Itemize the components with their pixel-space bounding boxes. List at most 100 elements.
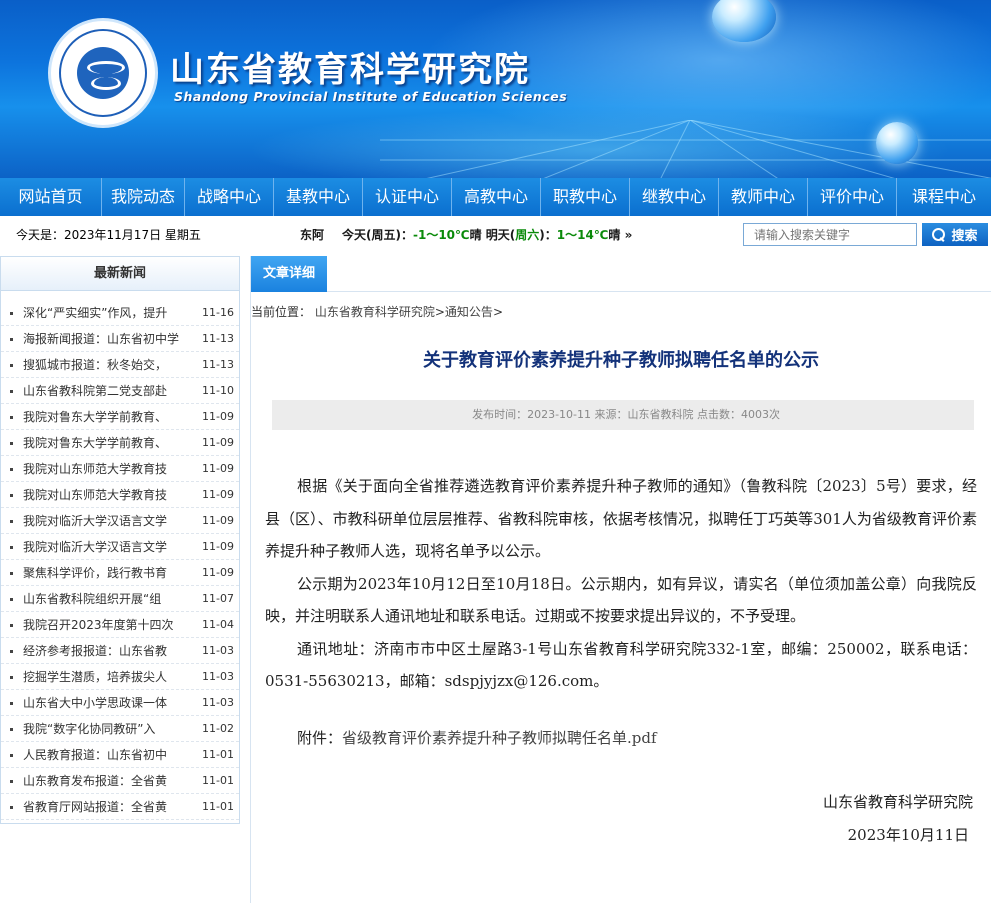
news-item-date: 11-03 xyxy=(202,670,234,683)
news-list-item[interactable]: 我院召开2023年度第十四次 11-04 xyxy=(1,612,239,638)
search-button[interactable]: 搜索 xyxy=(922,223,988,246)
news-list: 深化“严实细实”作风，提升 11-16 海报新闻报道：山东省初中学 11-13 搜狐城市… xyxy=(1,291,239,820)
news-item-title[interactable]: 我院对鲁东大学学前教育、 xyxy=(23,430,185,456)
news-list-item[interactable]: 海报新闻报道：山东省初中学 11-13 xyxy=(1,326,239,352)
news-list-item[interactable]: 我院对山东师范大学教育技 11-09 xyxy=(1,482,239,508)
article-title: 关于教育评价素养提升种子教师拟聘任名单的公示 xyxy=(423,350,819,371)
breadcrumb-home[interactable]: 山东省教育科学研究院 xyxy=(315,305,435,319)
news-item-date: 11-02 xyxy=(202,722,234,735)
nav-curriculum-center[interactable]: 课程中心 xyxy=(897,178,991,216)
breadcrumb: 当前位置： 山东省教育科学研究院>通知公告> xyxy=(251,303,503,320)
news-item-date: 11-03 xyxy=(202,696,234,709)
nav-higher-education[interactable]: 高教中心 xyxy=(452,178,541,216)
news-item-title[interactable]: 我院对临沂大学汉语言文学 xyxy=(23,508,185,534)
site-title: 山东省教育科学研究院 xyxy=(170,50,530,90)
news-item-title[interactable]: 我院召开2023年度第十四次 xyxy=(23,612,185,638)
tab-article-detail[interactable]: 文章详细 xyxy=(251,256,327,292)
weather-tomorrow-close: )： xyxy=(539,228,557,242)
weather-city: 东阿 xyxy=(300,228,325,242)
news-list-item[interactable]: 我院对临沂大学汉语言文学 11-09 xyxy=(1,508,239,534)
news-item-title[interactable]: 聚焦科学评价，践行教书育 xyxy=(23,560,185,586)
news-item-title[interactable]: 我院“数字化协同教研”入 xyxy=(23,716,185,742)
news-item-title[interactable]: 我院对鲁东大学学前教育、 xyxy=(23,404,185,430)
news-list-item[interactable]: 我院对山东师范大学教育技 11-09 xyxy=(1,456,239,482)
news-item-title[interactable]: 山东省大中小学思政课一体 xyxy=(23,690,185,716)
news-list-item[interactable]: 深化“严实细实”作风，提升 11-16 xyxy=(1,300,239,326)
news-item-title[interactable]: 我院对山东师范大学教育技 xyxy=(23,482,185,508)
news-item-date: 11-09 xyxy=(202,540,234,553)
weather-today-label: 今天(周五)： xyxy=(342,228,413,242)
news-list-item[interactable]: 省教育厅网站报道：全省黄 11-01 xyxy=(1,794,239,820)
news-list-item[interactable]: 山东省教科院第二党支部赴 11-10 xyxy=(1,378,239,404)
article-tab-bar: 文章详细 xyxy=(251,256,991,292)
news-list-item[interactable]: 我院对鲁东大学学前教育、 11-09 xyxy=(1,430,239,456)
sidebar-header: 最新新闻 xyxy=(1,257,239,291)
news-item-date: 11-13 xyxy=(202,358,234,371)
weather-more-icon[interactable]: » xyxy=(625,228,633,242)
news-list-item[interactable]: 经济参考报报道：山东省教 11-03 xyxy=(1,638,239,664)
weather-today-condition: 晴 xyxy=(469,228,482,242)
news-item-title[interactable]: 深化“严实细实”作风，提升 xyxy=(23,300,185,326)
logo-emblem-icon xyxy=(77,47,129,99)
article-meta: 发布时间：2023-10-11 来源：山东省教科院 点击数：4003次 xyxy=(272,400,974,430)
news-item-date: 11-03 xyxy=(202,644,234,657)
news-list-item[interactable]: 我院“数字化协同教研”入 11-02 xyxy=(1,716,239,742)
search-icon xyxy=(932,228,946,241)
news-list-item[interactable]: 挖掘学生潜质，培养拔尖人 11-03 xyxy=(1,664,239,690)
news-list-item[interactable]: 山东省教科院组织开展“组 11-07 xyxy=(1,586,239,612)
news-item-title[interactable]: 海报新闻报道：山东省初中学 xyxy=(23,326,185,352)
news-item-title[interactable]: 经济参考报报道：山东省教 xyxy=(23,638,185,664)
news-list-item[interactable]: 山东教育发布报道：全省黄 11-01 xyxy=(1,768,239,794)
news-item-title[interactable]: 挖掘学生潜质，培养拔尖人 xyxy=(23,664,185,690)
nav-continuing-education[interactable]: 继教中心 xyxy=(630,178,719,216)
search-button-label: 搜索 xyxy=(951,228,978,243)
news-item-date: 11-09 xyxy=(202,566,234,579)
news-item-title[interactable]: 我院对山东师范大学教育技 xyxy=(23,456,185,482)
news-item-title[interactable]: 山东省教科院组织开展“组 xyxy=(23,586,185,612)
article-body: 根据《关于面向全省推荐遴选教育评价素养提升种子教师的通知》（鲁教科院〔2023〕… xyxy=(265,470,977,698)
weather-widget[interactable]: 东阿 今天(周五)：-1～10℃晴 明天(周六)：1～14℃晴 » xyxy=(300,226,632,243)
nav-home[interactable]: 网站首页 xyxy=(0,178,102,216)
news-item-date: 11-09 xyxy=(202,462,234,475)
news-item-date: 11-01 xyxy=(202,800,234,813)
nav-strategy[interactable]: 战略中心 xyxy=(185,178,274,216)
news-list-item[interactable]: 搜狐城市报道：秋冬始交， 11-13 xyxy=(1,352,239,378)
article-paragraph: 通讯地址：济南市市中区土屋路3-1号山东省教育科学研究院332-1室，邮编：25… xyxy=(265,639,977,691)
attachment-link[interactable]: 省级教育评价素养提升种子教师拟聘任名单.pdf xyxy=(342,729,657,747)
nav-news[interactable]: 我院动态 xyxy=(102,178,185,216)
site-banner: 山东省教育科学研究院 Shandong Provincial Institute… xyxy=(0,0,991,178)
nav-evaluation-center[interactable]: 评价中心 xyxy=(808,178,897,216)
institute-logo[interactable] xyxy=(48,18,158,128)
weather-tomorrow-day: 周六 xyxy=(515,228,540,242)
news-list-item[interactable]: 聚焦科学评价，践行教书育 11-09 xyxy=(1,560,239,586)
news-item-date: 11-09 xyxy=(202,488,234,501)
news-list-item[interactable]: 我院对鲁东大学学前教育、 11-09 xyxy=(1,404,239,430)
main-nav: 网站首页 我院动态 战略中心 基教中心 认证中心 高教中心 职教中心 继教中心 … xyxy=(0,178,991,216)
news-item-date: 11-16 xyxy=(202,306,234,319)
attachment-label: 附件： xyxy=(297,729,343,747)
news-item-title[interactable]: 山东教育发布报道：全省黄 xyxy=(23,768,185,794)
search-input[interactable] xyxy=(743,223,917,246)
news-list-item[interactable]: 人民教育报道：山东省初中 11-01 xyxy=(1,742,239,768)
nav-teacher-center[interactable]: 教师中心 xyxy=(719,178,808,216)
news-item-title[interactable]: 搜狐城市报道：秋冬始交， xyxy=(23,352,185,378)
news-list-item[interactable]: 我院对临沂大学汉语言文学 11-09 xyxy=(1,534,239,560)
breadcrumb-separator: > xyxy=(434,305,445,319)
weather-today-temp: -1～10℃ xyxy=(413,228,470,242)
news-item-title[interactable]: 山东省教科院第二党支部赴 xyxy=(23,378,185,404)
news-list-item[interactable]: 山东省大中小学思政课一体 11-03 xyxy=(1,690,239,716)
latest-news-sidebar: 最新新闻 深化“严实细实”作风，提升 11-16 海报新闻报道：山东省初中学 11-1… xyxy=(0,256,240,824)
news-item-title[interactable]: 人民教育报道：山东省初中 xyxy=(23,742,185,768)
nav-basic-education[interactable]: 基教中心 xyxy=(274,178,363,216)
news-item-date: 11-07 xyxy=(202,592,234,605)
breadcrumb-section[interactable]: 通知公告 xyxy=(445,305,493,319)
news-item-title[interactable]: 省教育厅网站报道：全省黄 xyxy=(23,794,185,820)
news-item-date: 11-09 xyxy=(202,436,234,449)
breadcrumb-label: 当前位置： xyxy=(251,305,312,319)
site-subtitle: Shandong Provincial Institute of Educati… xyxy=(174,89,568,104)
news-item-date: 11-01 xyxy=(202,748,234,761)
news-item-title[interactable]: 我院对临沂大学汉语言文学 xyxy=(23,534,185,560)
nav-certification[interactable]: 认证中心 xyxy=(363,178,452,216)
nav-vocational-education[interactable]: 职教中心 xyxy=(541,178,630,216)
attachment: 附件：省级教育评价素养提升种子教师拟聘任名单.pdf xyxy=(297,727,657,748)
